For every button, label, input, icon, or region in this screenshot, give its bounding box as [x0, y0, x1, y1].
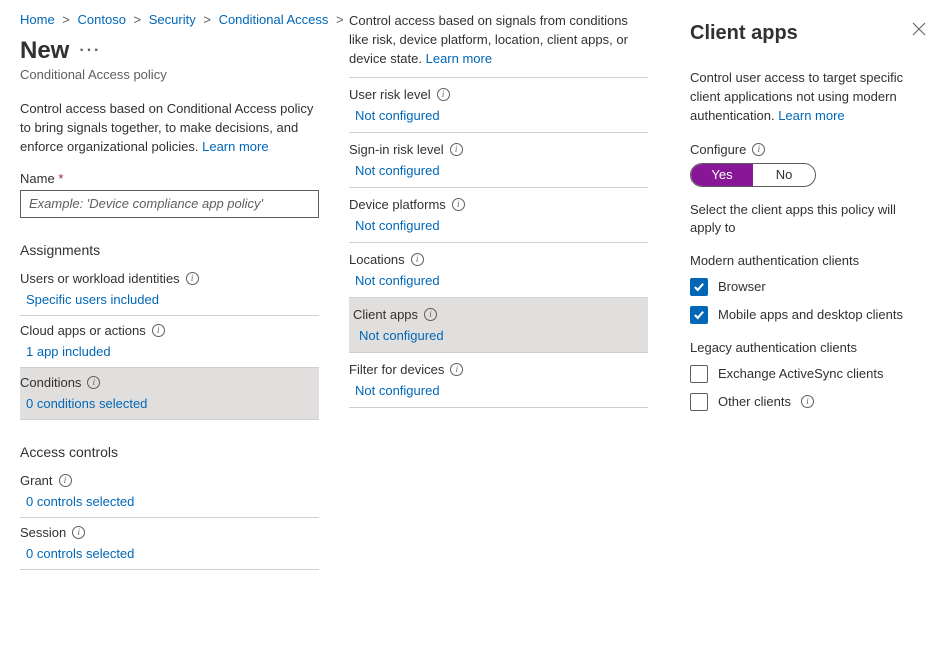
info-icon[interactable]: i — [450, 363, 463, 376]
legacy-auth-title: Legacy authentication clients — [690, 340, 922, 355]
condition-label: Filter for devicesi — [349, 362, 648, 377]
configure-toggle[interactable]: Yes No — [690, 163, 816, 187]
assignment-value[interactable]: 0 conditions selected — [20, 390, 319, 415]
condition-row[interactable]: Device platformsiNot configured — [349, 188, 648, 243]
checkbox-icon[interactable] — [690, 365, 708, 383]
condition-row[interactable]: LocationsiNot configured — [349, 243, 648, 298]
client-apps-panel: Client apps Control user access to targe… — [668, 0, 948, 665]
chevron-right-icon: > — [130, 12, 145, 27]
info-icon[interactable]: i — [72, 526, 85, 539]
breadcrumb: Home > Contoso > Security > Conditional … — [20, 12, 319, 27]
assignment-row[interactable]: Conditionsi0 conditions selected — [20, 368, 319, 420]
modern-auth-title: Modern authentication clients — [690, 253, 922, 268]
conditions-description: Control access based on signals from con… — [349, 12, 648, 69]
condition-value[interactable]: Not configured — [349, 157, 648, 182]
access-controls-title: Access controls — [20, 444, 319, 460]
info-icon[interactable]: i — [87, 376, 100, 389]
info-icon[interactable]: i — [152, 324, 165, 337]
legacy-client-option[interactable]: Other clients i — [690, 393, 922, 411]
chevron-right-icon: > — [59, 12, 74, 27]
info-icon[interactable]: i — [59, 474, 72, 487]
assignment-label: Users or workload identitiesi — [20, 271, 319, 286]
access-control-row[interactable]: Granti0 controls selected — [20, 466, 319, 518]
page-subtitle: Conditional Access policy — [20, 67, 319, 82]
access-control-value[interactable]: 0 controls selected — [20, 540, 319, 565]
assignment-row[interactable]: Users or workload identitiesiSpecific us… — [20, 264, 319, 316]
access-control-row[interactable]: Sessioni0 controls selected — [20, 518, 319, 570]
more-icon[interactable]: ··· — [79, 42, 101, 60]
breadcrumb-item[interactable]: Contoso — [78, 12, 126, 27]
assignments-title: Assignments — [20, 242, 319, 258]
legacy-client-option[interactable]: Exchange ActiveSync clients — [690, 365, 922, 383]
checkbox-icon[interactable] — [690, 393, 708, 411]
condition-row[interactable]: Sign-in risk leveliNot configured — [349, 133, 648, 188]
name-label: Name * — [20, 171, 319, 186]
condition-value[interactable]: Not configured — [349, 102, 648, 127]
condition-value[interactable]: Not configured — [353, 322, 644, 347]
condition-label: Sign-in risk leveli — [349, 142, 648, 157]
learn-more-link[interactable]: Learn more — [778, 108, 844, 123]
checkbox-checked-icon[interactable] — [690, 306, 708, 324]
info-icon[interactable]: i — [452, 198, 465, 211]
condition-row[interactable]: User risk leveliNot configured — [349, 78, 648, 133]
legacy-client-label: Other clients — [718, 394, 791, 409]
toggle-no[interactable]: No — [753, 164, 815, 186]
modern-client-label: Mobile apps and desktop clients — [718, 307, 903, 322]
legacy-client-label: Exchange ActiveSync clients — [718, 366, 883, 381]
condition-label: User risk leveli — [349, 87, 648, 102]
info-icon[interactable]: i — [801, 395, 814, 408]
condition-value[interactable]: Not configured — [349, 267, 648, 292]
checkbox-checked-icon[interactable] — [690, 278, 708, 296]
access-control-label: Sessioni — [20, 525, 319, 540]
modern-client-label: Browser — [718, 279, 766, 294]
breadcrumb-item[interactable]: Security — [149, 12, 196, 27]
condition-label: Client appsi — [353, 307, 644, 322]
info-icon[interactable]: i — [450, 143, 463, 156]
condition-value[interactable]: Not configured — [349, 212, 648, 237]
chevron-right-icon: > — [332, 12, 343, 27]
policy-name-input[interactable] — [20, 190, 319, 218]
panel-title: Client apps — [690, 22, 922, 45]
info-icon[interactable]: i — [411, 253, 424, 266]
chevron-right-icon: > — [200, 12, 215, 27]
toggle-yes[interactable]: Yes — [691, 164, 753, 186]
assignment-row[interactable]: Cloud apps or actionsi1 app included — [20, 316, 319, 368]
apply-to-text: Select the client apps this policy will … — [690, 201, 922, 237]
configure-label: Configure i — [690, 142, 922, 157]
close-icon[interactable] — [912, 22, 926, 36]
access-control-value[interactable]: 0 controls selected — [20, 488, 319, 513]
condition-value[interactable]: Not configured — [349, 377, 648, 402]
assignment-label: Conditionsi — [20, 375, 319, 390]
info-icon[interactable]: i — [437, 88, 450, 101]
modern-client-option[interactable]: Mobile apps and desktop clients — [690, 306, 922, 324]
info-icon[interactable]: i — [424, 308, 437, 321]
page-title: New ··· — [20, 37, 319, 65]
learn-more-link[interactable]: Learn more — [426, 51, 492, 66]
assignment-value[interactable]: Specific users included — [20, 286, 319, 311]
info-icon[interactable]: i — [752, 143, 765, 156]
condition-row[interactable]: Filter for devicesiNot configured — [349, 353, 648, 408]
conditions-column: Control access based on signals from con… — [349, 12, 648, 665]
access-control-label: Granti — [20, 473, 319, 488]
breadcrumb-item[interactable]: Home — [20, 12, 55, 27]
left-column: Home > Contoso > Security > Conditional … — [20, 12, 319, 665]
panel-description: Control user access to target specific c… — [690, 69, 922, 126]
condition-label: Device platformsi — [349, 197, 648, 212]
assignment-value[interactable]: 1 app included — [20, 338, 319, 363]
learn-more-link[interactable]: Learn more — [202, 139, 268, 154]
modern-client-option[interactable]: Browser — [690, 278, 922, 296]
policy-description: Control access based on Conditional Acce… — [20, 100, 319, 157]
assignment-label: Cloud apps or actionsi — [20, 323, 319, 338]
breadcrumb-item[interactable]: Conditional Access — [219, 12, 329, 27]
condition-label: Locationsi — [349, 252, 648, 267]
info-icon[interactable]: i — [186, 272, 199, 285]
condition-row[interactable]: Client appsiNot configured — [349, 298, 648, 353]
